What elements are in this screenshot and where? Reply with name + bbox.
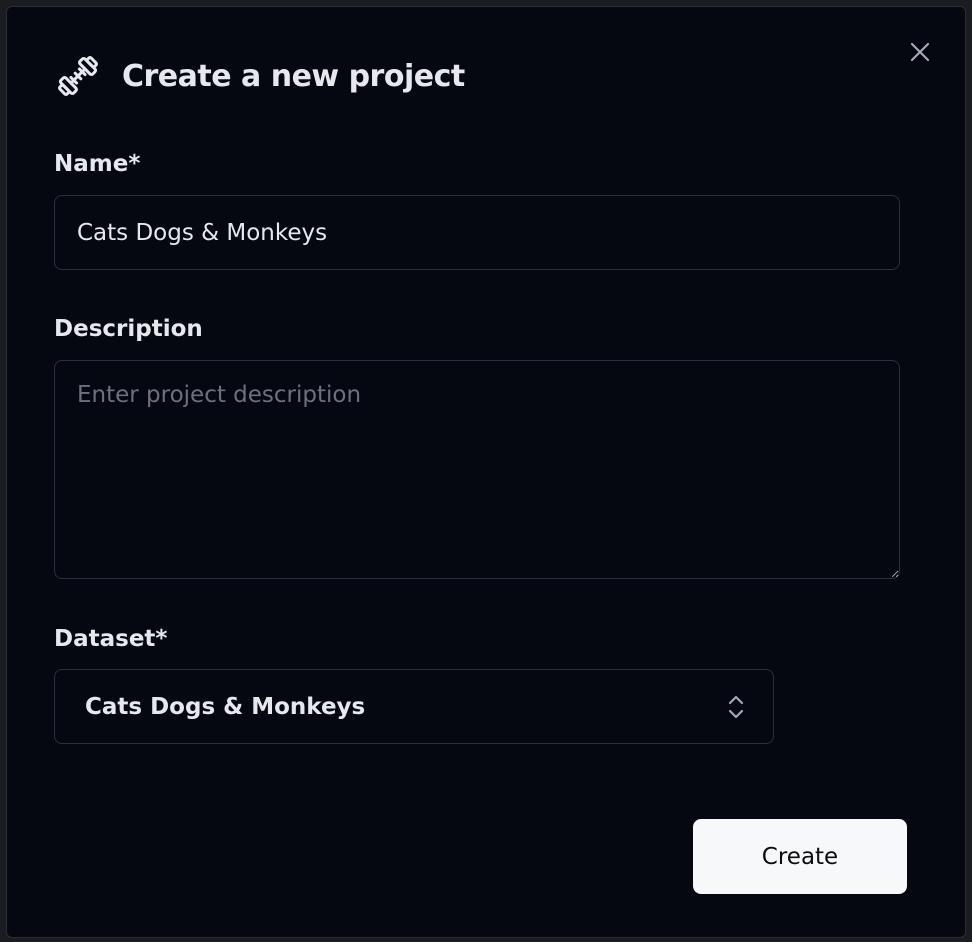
close-icon bbox=[910, 42, 930, 62]
close-button[interactable] bbox=[907, 39, 933, 65]
name-input[interactable] bbox=[54, 195, 900, 270]
dumbbell-icon bbox=[55, 53, 101, 99]
dataset-select[interactable]: Cats Dogs & Monkeys bbox=[54, 669, 774, 744]
dialog-title: Create a new project bbox=[122, 58, 465, 94]
dialog-header: Create a new project bbox=[55, 53, 465, 99]
description-textarea[interactable] bbox=[54, 360, 900, 579]
create-button[interactable]: Create bbox=[693, 819, 907, 894]
dataset-selected-value: Cats Dogs & Monkeys bbox=[85, 693, 366, 720]
create-project-dialog: Create a new project Name* Description D… bbox=[6, 6, 966, 938]
chevron-up-down-icon bbox=[728, 695, 744, 718]
dataset-label: Dataset* bbox=[54, 626, 168, 652]
name-label: Name* bbox=[54, 151, 141, 177]
description-label: Description bbox=[54, 316, 203, 342]
